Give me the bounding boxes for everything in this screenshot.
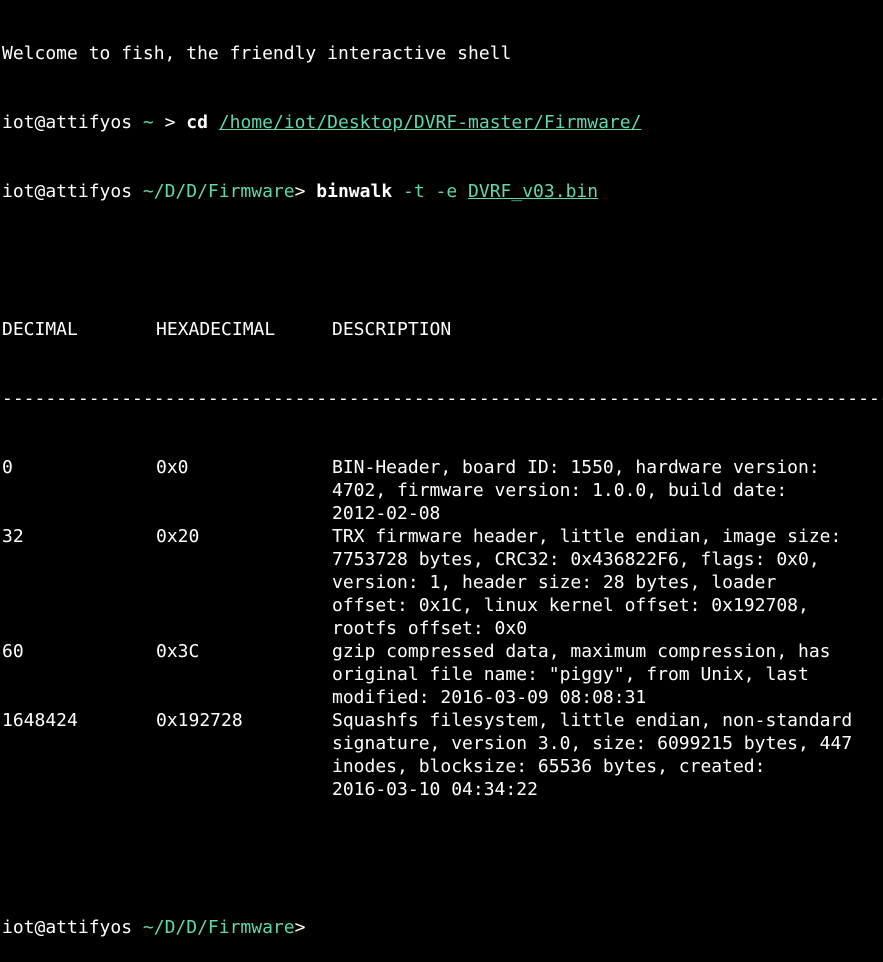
table-row: 60 0x3C gzip compressed data, maximum comp… [2,640,883,663]
cell-decimal [2,778,156,801]
cell-hexadecimal [156,663,332,686]
cell-description: 4702, firmware version: 1.0.0, build dat… [332,480,788,501]
command-name: binwalk [316,181,393,202]
cell-description: 7753728 bytes, CRC32: 0x436822F6, flags:… [332,549,820,570]
cell-decimal [2,732,156,755]
command-name: cd [186,112,208,133]
command-file-arg[interactable]: DVRF_v03.bin [468,181,598,202]
prompt-gt: > [294,181,306,202]
table-header: DECIMAL HEXADECIMAL DESCRIPTION [2,318,883,341]
welcome-message: Welcome to fish, the friendly interactiv… [2,43,512,64]
prompt-user: iot@attifyos [2,181,133,202]
table-row: 32 0x20 TRX firmware header, little endian… [2,525,883,548]
cell-description: BIN-Header, board ID: 1550, hardware ver… [332,457,820,478]
table-row: 1648424 0x192728 Squashfs filesystem, litt… [2,709,883,732]
cell-decimal: 32 [2,526,24,547]
cell-decimal: 0 [2,457,13,478]
table-row: rootfs offset: 0x0 [2,617,883,640]
cell-hexadecimal [156,594,332,617]
cell-description: gzip compressed data, maximum compressio… [332,641,831,662]
table-separator: ----------------------------------------… [2,388,883,409]
header-hexadecimal: HEXADECIMAL [156,319,276,340]
header-decimal: DECIMAL [2,319,78,340]
prompt-line-current[interactable]: iot@attifyos ~/D/D/Firmware> [2,916,883,939]
table-row: original file name: "piggy", from Unix, … [2,663,883,686]
prompt-user: iot@attifyos [2,917,133,938]
cell-description: rootfs offset: 0x0 [332,618,528,639]
table-row: 0 0x0 BIN-Header, board ID: 1550, hardware… [2,456,883,479]
cell-decimal [2,617,156,640]
cell-hexadecimal [156,571,332,594]
cell-hexadecimal [156,479,332,502]
cell-hexadecimal [156,755,332,778]
command-path-arg[interactable]: /home/iot/Desktop/DVRF-master/Firmware/ [219,112,642,133]
table-row: 7753728 bytes, CRC32: 0x436822F6, flags:… [2,548,883,571]
cell-decimal [2,594,156,617]
cell-decimal [2,755,156,778]
prompt-gt: > [164,112,176,133]
cell-description: version: 1, header size: 28 bytes, loade… [332,572,777,593]
prompt-symbol [154,112,165,133]
cell-hexadecimal [156,778,332,801]
cell-decimal [2,571,156,594]
cell-hexadecimal [156,732,332,755]
table-row: modified: 2016-03-09 08:08:31 [2,686,883,709]
prompt-path: ~/D/D/Firmware [142,181,295,202]
cell-description: 2016-03-10 04:34:22 [332,779,538,800]
cell-decimal [2,479,156,502]
cell-hexadecimal: 0x192728 [156,710,243,731]
prompt-path: ~ [142,112,154,133]
terminal-window[interactable]: Welcome to fish, the friendly interactiv… [0,0,883,938]
cell-decimal: 1648424 [2,710,78,731]
table-row: inodes, blocksize: 65536 bytes, created: [2,755,883,778]
table-row: offset: 0x1C, linux kernel offset: 0x192… [2,594,883,617]
prompt-line-cd: iot@attifyos ~ > cd /home/iot/Desktop/DV… [2,111,883,134]
cell-decimal [2,686,156,709]
command-options: -t -e [403,181,458,202]
cell-description: inodes, blocksize: 65536 bytes, created: [332,756,766,777]
table-row: signature, version 3.0, size: 6099215 by… [2,732,883,755]
cell-decimal [2,502,156,525]
cell-description: offset: 0x1C, linux kernel offset: 0x192… [332,595,809,616]
cell-hexadecimal: 0x3C [156,641,200,662]
cell-hexadecimal: 0x0 [156,457,189,478]
cell-description: modified: 2016-03-09 08:08:31 [332,687,647,708]
cell-description: 2012-02-08 [332,503,441,524]
cell-hexadecimal [156,548,332,571]
header-description: DESCRIPTION [332,319,452,340]
cell-description: signature, version 3.0, size: 6099215 by… [332,733,853,754]
table-body: 0 0x0 BIN-Header, board ID: 1550, hardware… [2,456,883,801]
prompt-path: ~/D/D/Firmware [142,917,295,938]
cell-hexadecimal [156,502,332,525]
table-row: 2016-03-10 04:34:22 [2,778,883,801]
table-row: 4702, firmware version: 1.0.0, build dat… [2,479,883,502]
prompt-gt: > [294,917,306,938]
cell-decimal [2,548,156,571]
cell-decimal: 60 [2,641,24,662]
cell-hexadecimal [156,686,332,709]
cell-hexadecimal: 0x20 [156,526,200,547]
cell-description: TRX firmware header, little endian, imag… [332,526,842,547]
table-row: version: 1, header size: 28 bytes, loade… [2,571,883,594]
table-row: 2012-02-08 [2,502,883,525]
cell-decimal [2,663,156,686]
cell-description: Squashfs filesystem, little endian, non-… [332,710,853,731]
prompt-user: iot@attifyos [2,112,133,133]
prompt-line-binwalk: iot@attifyos ~/D/D/Firmware> binwalk -t … [2,180,883,203]
cell-description: original file name: "piggy", from Unix, … [332,664,809,685]
cell-hexadecimal [156,617,332,640]
